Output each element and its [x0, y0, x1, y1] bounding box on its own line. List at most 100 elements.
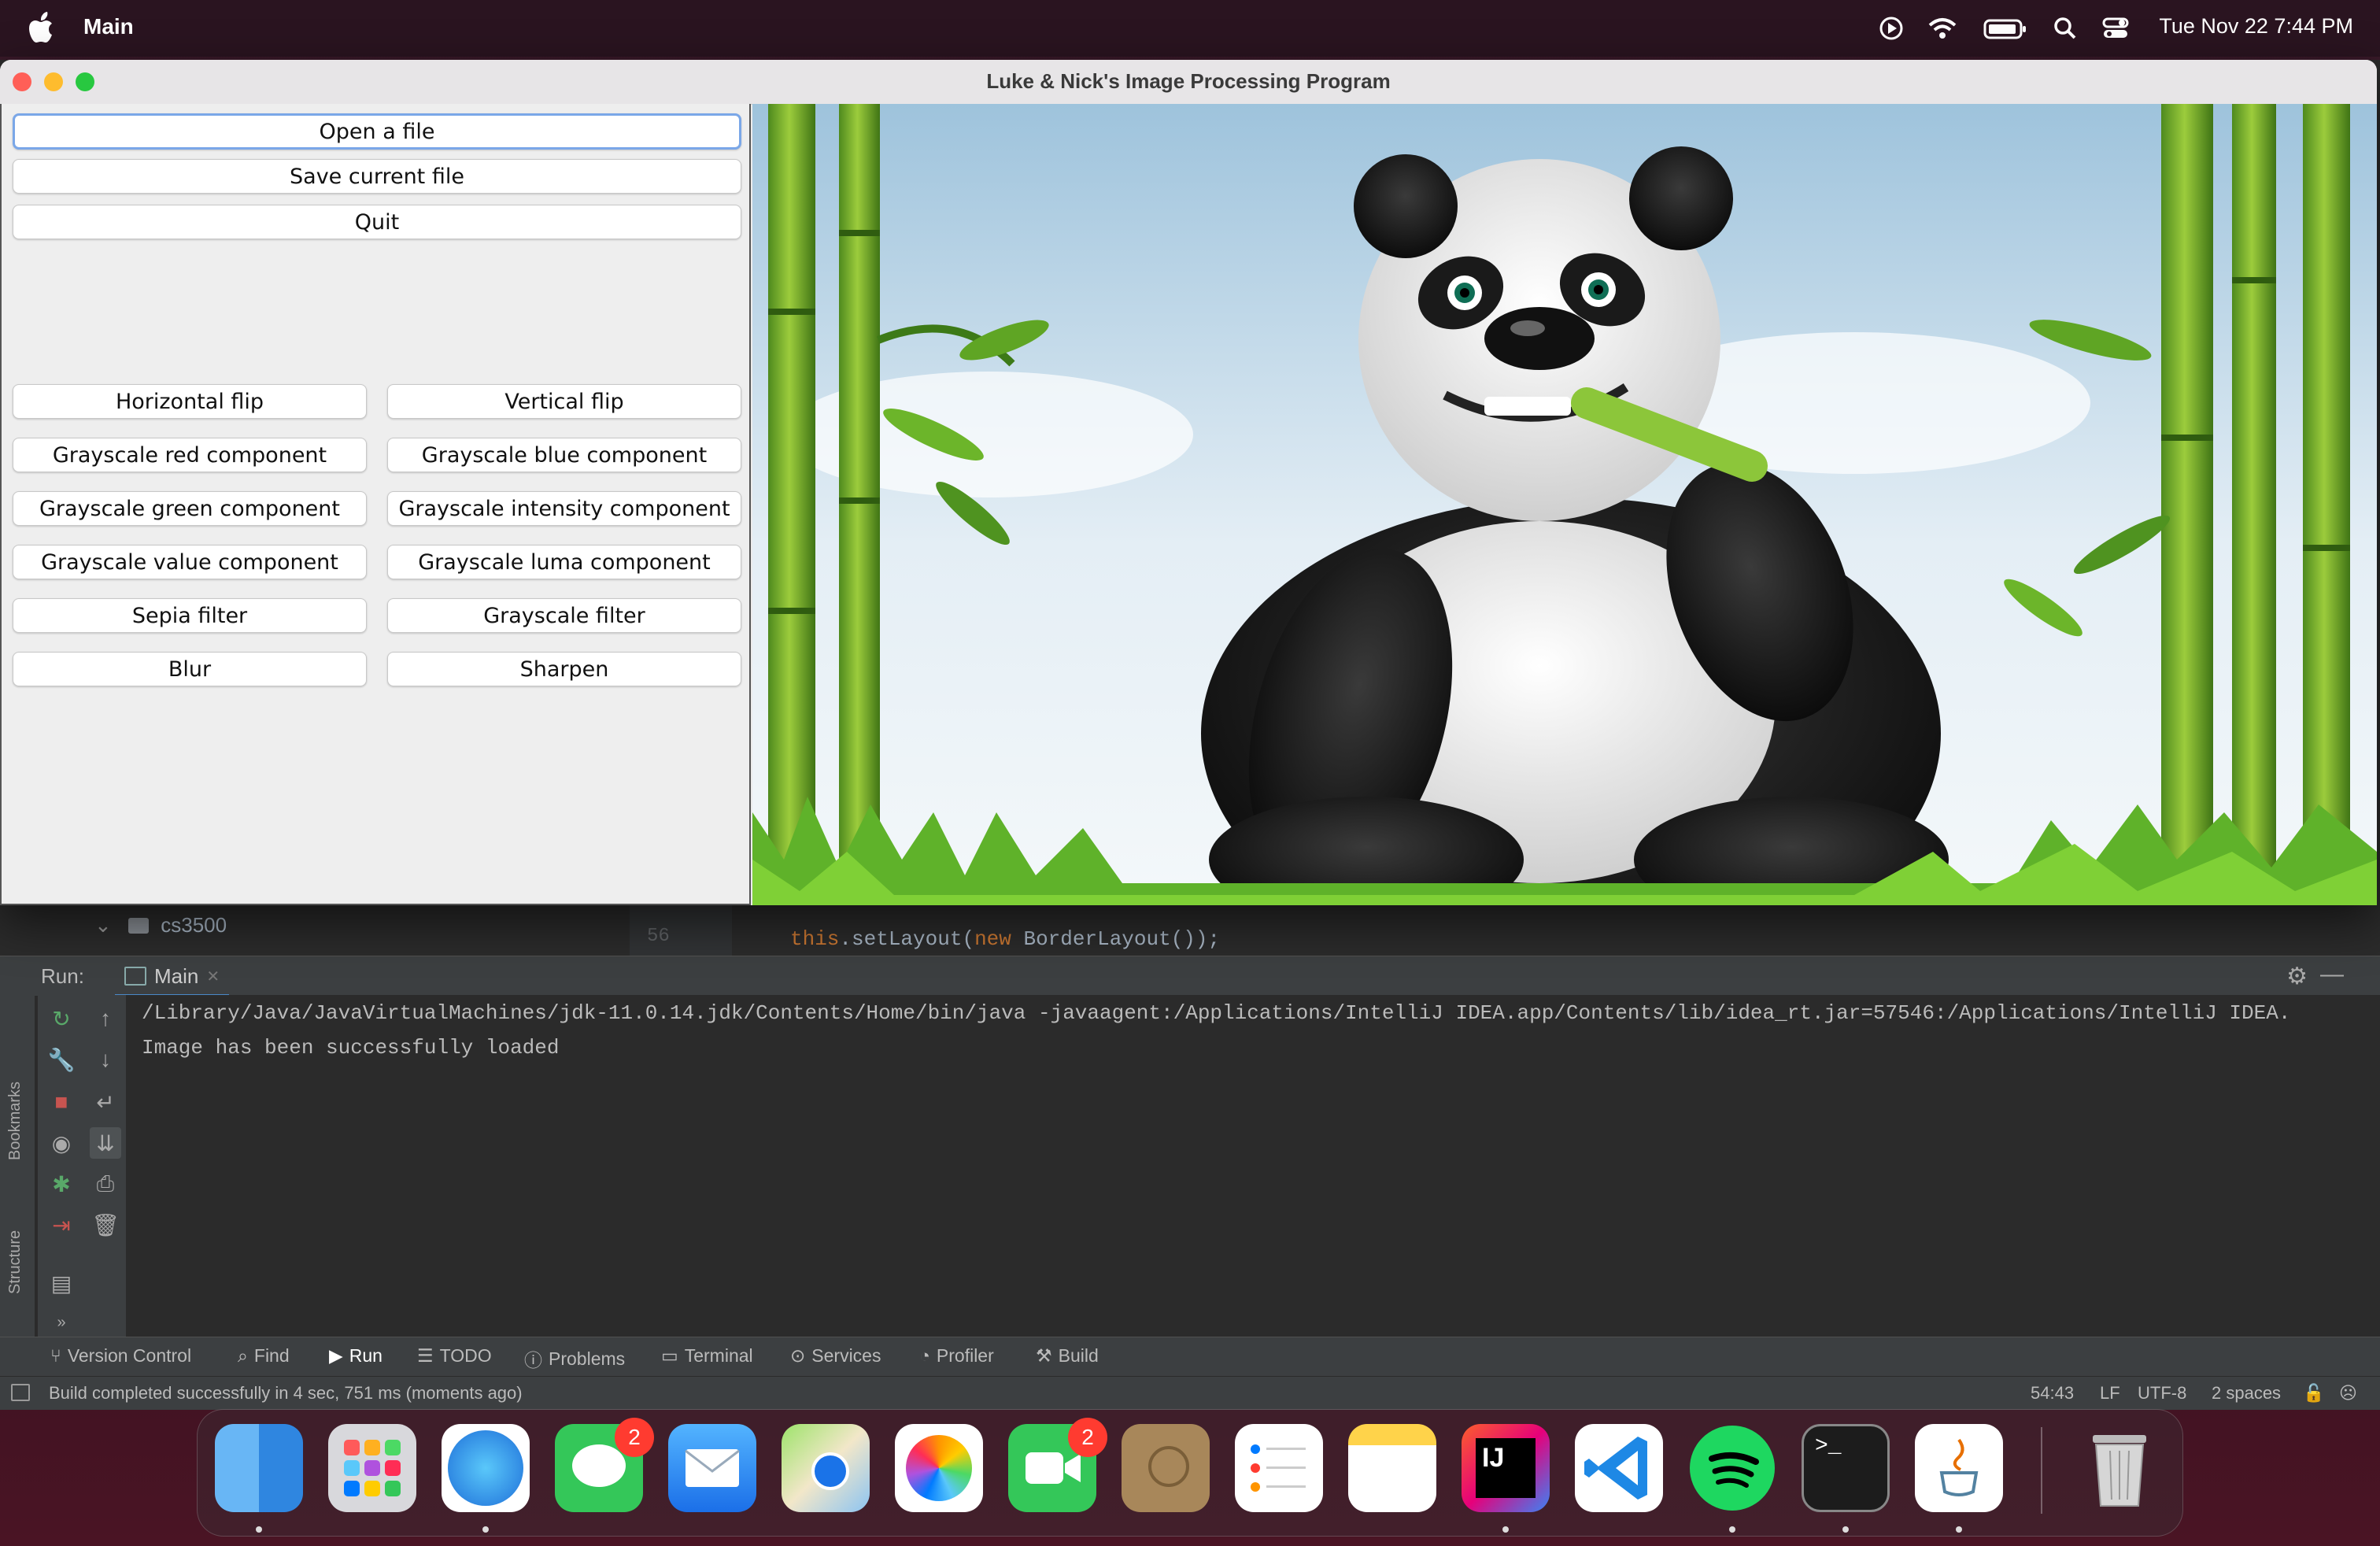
console-scrollbar[interactable] [2345, 995, 2380, 1341]
grayscale-filter-button[interactable]: Grayscale filter [387, 598, 741, 633]
messages-icon[interactable]: 2 [555, 1418, 654, 1512]
status-message[interactable]: Build completed successfully in 4 sec, 7… [49, 1383, 523, 1404]
apple-logo-icon[interactable] [28, 11, 57, 46]
bottom-tab-label: Services [811, 1345, 881, 1366]
facetime-icon[interactable]: 2 [1008, 1418, 1107, 1512]
vertical-flip-button[interactable]: Vertical flip [387, 384, 741, 419]
structure-tab[interactable]: Structure [6, 1230, 24, 1294]
run-tab-main[interactable]: Main ✕ [115, 958, 230, 997]
tab-version-control[interactable]: ⑂ Version Control [50, 1345, 191, 1367]
tab-run[interactable]: ▶ Run [329, 1345, 382, 1367]
open-file-button[interactable]: Open a file [13, 113, 741, 150]
bookmarks-tab[interactable]: Bookmarks [6, 1082, 24, 1160]
layout-icon[interactable]: ▤ [46, 1267, 77, 1299]
spotify-icon[interactable] [1688, 1424, 1776, 1512]
image-processing-window: Luke & Nick's Image Processing Program O… [0, 60, 2377, 905]
battery-icon[interactable] [1983, 14, 2027, 43]
lock-icon[interactable]: 🔓 [2303, 1383, 2324, 1404]
close-tab-icon[interactable]: ✕ [206, 967, 220, 986]
tab-build[interactable]: ⚒ Build [1036, 1345, 1099, 1367]
arrow-up-icon[interactable]: ↑ [90, 1003, 121, 1034]
tab-services[interactable]: ⊙ Services [790, 1345, 881, 1367]
scroll-to-end-icon[interactable]: ⇊ [90, 1127, 121, 1159]
run-console[interactable]: /Library/Java/JavaVirtualMachines/jdk-11… [126, 995, 2345, 1341]
grayscale-intensity-button[interactable]: Grayscale intensity component [387, 491, 741, 526]
maps-icon[interactable] [782, 1424, 870, 1512]
save-file-button[interactable]: Save current file [13, 159, 741, 194]
launchpad-icon[interactable] [328, 1424, 416, 1512]
vscode-icon[interactable] [1575, 1424, 1663, 1512]
tool-window-bar: ⑂ Version Control ⌕ Find ▶ Run ☰ TODO ⓘ Probl… [0, 1337, 2380, 1377]
minimize-icon[interactable]: — [2320, 961, 2344, 988]
gear-icon[interactable]: ⚙ [2286, 963, 2308, 990]
tab-todo[interactable]: ☰ TODO [417, 1345, 492, 1367]
inspection-icon[interactable]: ☹ [2339, 1383, 2357, 1404]
bottom-tab-label: Run [349, 1345, 382, 1366]
menu-bar-clock[interactable]: Tue Nov 22 7:44 PM [2159, 14, 2353, 39]
tab-problems[interactable]: ⓘ Problems [524, 1345, 625, 1372]
sharpen-button[interactable]: Sharpen [387, 652, 741, 686]
run-label: Run: [41, 964, 84, 988]
reminders-icon[interactable] [1235, 1424, 1323, 1512]
grayscale-red-button[interactable]: Grayscale red component [13, 438, 367, 472]
finder-icon[interactable] [215, 1424, 303, 1512]
image-display[interactable] [752, 104, 2377, 905]
list-icon: ☰ [417, 1345, 434, 1366]
active-app-name[interactable]: Main [83, 14, 134, 39]
running-indicator [1502, 1526, 1509, 1533]
grayscale-blue-button[interactable]: Grayscale blue component [387, 438, 741, 472]
project-tree-folder[interactable]: ⌄ cs3500 [94, 913, 227, 938]
trash-icon[interactable]: 🗑 [90, 1209, 121, 1241]
play-icon[interactable] [1878, 14, 1905, 43]
java-icon[interactable] [1915, 1424, 2003, 1512]
stop-icon[interactable]: ■ [46, 1086, 77, 1118]
spotify-logo-icon [1690, 1426, 1775, 1511]
quit-button[interactable]: Quit [13, 205, 741, 239]
wifi-icon[interactable] [1927, 14, 1958, 43]
soft-wrap-icon[interactable]: ↵ [90, 1086, 121, 1118]
camera-icon[interactable]: ◉ [46, 1127, 77, 1159]
grayscale-luma-button[interactable]: Grayscale luma component [387, 545, 741, 579]
intellij-icon[interactable]: IJ [1462, 1424, 1550, 1512]
wrench-icon[interactable]: 🔧 [46, 1044, 77, 1075]
code-call: .setLayout( [839, 927, 975, 951]
chevron-down-icon[interactable]: ⌄ [94, 913, 112, 937]
photos-icon[interactable] [895, 1424, 983, 1512]
photos-flower-icon [906, 1435, 972, 1501]
bottom-tab-label: Profiler [936, 1345, 994, 1366]
rerun-icon[interactable]: ↻ [46, 1003, 77, 1034]
menu-bar: Main Tue Nov 22 7:44 PM [0, 0, 2380, 57]
terminal-icon[interactable]: >_ [1802, 1424, 1890, 1512]
tab-profiler[interactable]: ◔ Profiler [919, 1345, 994, 1367]
caret-position[interactable]: 54:43 [2031, 1383, 2074, 1404]
exit-icon[interactable]: ⇥ [46, 1209, 77, 1241]
contacts-icon[interactable] [1122, 1424, 1210, 1512]
intellij-logo: IJ [1476, 1438, 1536, 1498]
status-toggle-icon[interactable] [11, 1384, 30, 1401]
mail-icon[interactable] [668, 1424, 756, 1512]
indent-setting[interactable]: 2 spaces [2212, 1383, 2281, 1404]
tab-terminal[interactable]: ▭ Terminal [661, 1345, 753, 1367]
speech-bubble-icon [572, 1444, 626, 1487]
notes-icon[interactable] [1348, 1424, 1436, 1512]
arrow-down-icon[interactable]: ↓ [90, 1044, 121, 1075]
folder-label: cs3500 [161, 913, 227, 937]
blur-button[interactable]: Blur [13, 652, 367, 686]
running-indicator [256, 1526, 262, 1533]
safari-icon[interactable] [442, 1424, 530, 1512]
grayscale-value-button[interactable]: Grayscale value component [13, 545, 367, 579]
trash-icon[interactable] [2075, 1424, 2164, 1512]
bottom-tab-label: Find [253, 1345, 290, 1366]
print-icon[interactable]: ⎙ [90, 1168, 121, 1200]
horizontal-flip-button[interactable]: Horizontal flip [13, 384, 367, 419]
grayscale-green-button[interactable]: Grayscale green component [13, 491, 367, 526]
file-encoding[interactable]: UTF-8 [2138, 1383, 2186, 1404]
sepia-filter-button[interactable]: Sepia filter [13, 598, 367, 633]
more-icon[interactable]: » [46, 1307, 77, 1338]
debug-icon[interactable]: ✱ [46, 1168, 77, 1200]
search-icon[interactable] [2053, 14, 2078, 43]
control-center-icon[interactable] [2101, 14, 2130, 43]
tab-find[interactable]: ⌕ Find [238, 1345, 290, 1367]
code-keyword-new: new [974, 927, 1011, 951]
line-separator[interactable]: LF [2100, 1383, 2120, 1404]
